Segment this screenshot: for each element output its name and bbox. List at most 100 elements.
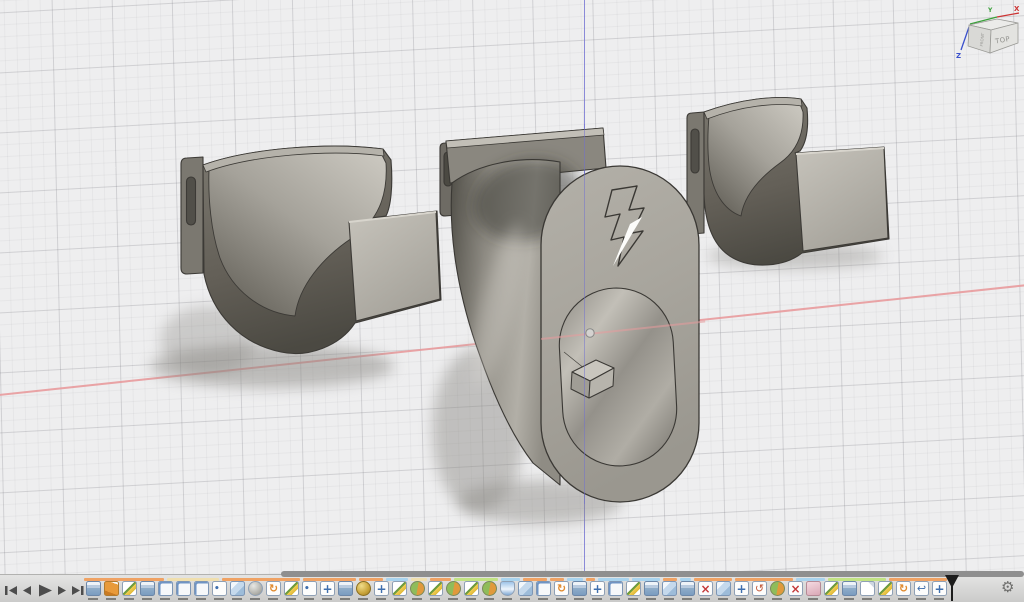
timeline-ruler-tick: [592, 598, 602, 600]
timeline-ruler-tick: [232, 598, 242, 600]
timeline-ruler-tick: [682, 598, 692, 600]
timeline-settings-gear-icon[interactable]: ⚙: [1001, 578, 1014, 596]
timeline-feature-fillet-7-icon[interactable]: [194, 581, 209, 596]
timeline-ruler-tick: [556, 598, 566, 600]
timeline-ruler-tick: [880, 598, 890, 600]
timeline-feature-extrude-1-icon[interactable]: [86, 581, 101, 596]
timeline-ruler-tick: [412, 598, 422, 600]
x-axis-label: X: [1014, 5, 1020, 13]
timeline-ruler-tick: [430, 598, 440, 600]
timeline-feature-extrude-32-icon[interactable]: [644, 581, 659, 596]
timeline-feature-revolve-19-icon[interactable]: [410, 581, 425, 596]
timeline-feature-doc-44-icon[interactable]: [860, 581, 875, 596]
timeline-ruler-tick: [610, 598, 620, 600]
timeline-ruler-tick: [304, 598, 314, 600]
timeline-feature-sketch-22-icon[interactable]: [464, 581, 479, 596]
timeline-feature-sketch-45-icon[interactable]: [878, 581, 893, 596]
timeline-ruler-tick: [322, 598, 332, 600]
timeline-ruler-tick: [772, 598, 782, 600]
origin-point[interactable]: [586, 329, 594, 337]
timeline-feature-box-25-icon[interactable]: [518, 581, 533, 596]
timeline-ruler-tick: [808, 598, 818, 600]
timeline-feature-flip-11-icon[interactable]: ↻: [266, 581, 281, 596]
timeline-feature-revolve-21-icon[interactable]: [446, 581, 461, 596]
timeline-ruler-tick: [718, 598, 728, 600]
go-to-end-button[interactable]: [72, 586, 84, 595]
timeline-playback-controls: [3, 582, 87, 600]
timeline-feature-box-9-icon[interactable]: [230, 581, 245, 596]
x-axis-indicator: [997, 13, 1019, 17]
viewcube[interactable]: X Y Z TOP FRONT: [946, 2, 1024, 68]
timeline-feature-offset-38-icon[interactable]: ↺: [752, 581, 767, 596]
timeline-feature-gold-16-icon[interactable]: [356, 581, 371, 596]
timeline-feature-flip-46-icon[interactable]: ↻: [896, 581, 911, 596]
z-axis-indicator: [961, 27, 969, 50]
timeline-feature-move-17-icon[interactable]: +: [374, 581, 389, 596]
timeline-feature-box-33-icon[interactable]: [662, 581, 677, 596]
timeline-ruler-tick: [790, 598, 800, 600]
step-forward-button[interactable]: [58, 586, 66, 595]
timeline-feature-pink-41-icon[interactable]: [806, 581, 821, 596]
step-back-button[interactable]: [23, 586, 31, 595]
play-button[interactable]: [39, 585, 52, 597]
timeline-feature-box-36-icon[interactable]: [716, 581, 731, 596]
timeline-feature-bucket-2-icon[interactable]: [104, 581, 119, 596]
timeline-ruler-tick: [196, 598, 206, 600]
timeline-feature-fillet-30-icon[interactable]: [608, 581, 623, 596]
timeline-feature-back-47-icon[interactable]: ↩: [914, 581, 929, 596]
timeline-ruler-tick: [358, 598, 368, 600]
timeline-ruler-tick: [106, 598, 116, 600]
timeline-ruler-tick: [448, 598, 458, 600]
go-to-start-button[interactable]: [5, 586, 17, 595]
timeline-feature-hole-8-icon[interactable]: •: [212, 581, 227, 596]
timeline-feature-shield-24-icon[interactable]: [500, 581, 515, 596]
timeline-feature-extrude-28-icon[interactable]: [572, 581, 587, 596]
timeline-ruler-tick: [628, 598, 638, 600]
timeline-feature-extrude-43-icon[interactable]: [842, 581, 857, 596]
timeline-ruler-tick: [466, 598, 476, 600]
z-axis-label: Z: [956, 52, 961, 60]
timeline-feature-move-14-icon[interactable]: +: [320, 581, 335, 596]
timeline-feature-delete-40-icon[interactable]: ×: [788, 581, 803, 596]
timeline-ruler-tick: [826, 598, 836, 600]
timeline-group-bar-2[interactable]: [167, 578, 219, 581]
timeline-feature-flip-27-icon[interactable]: ↻: [554, 581, 569, 596]
timeline-feature-sketch-42-icon[interactable]: [824, 581, 839, 596]
timeline-feature-extrude-4-icon[interactable]: [140, 581, 155, 596]
timeline-feature-fillet-6-icon[interactable]: [176, 581, 191, 596]
timeline-feature-revolve-39-icon[interactable]: [770, 581, 785, 596]
timeline-ruler-tick: [574, 598, 584, 600]
timeline-feature-hole-13-icon[interactable]: •: [302, 581, 317, 596]
timeline-feature-move-37-icon[interactable]: +: [734, 581, 749, 596]
timeline-playhead-stem[interactable]: [951, 575, 953, 601]
timeline-ruler-tick: [286, 598, 296, 600]
timeline-feature-sketch-31-icon[interactable]: [626, 581, 641, 596]
timeline-feature-fillet-5-icon[interactable]: [158, 581, 173, 596]
viewport-canvas[interactable]: X Y Z TOP FRONT •↻•++↻+×+↺×↻↩+ ⚙: [0, 0, 1024, 602]
timeline-feature-sketch-18-icon[interactable]: [392, 581, 407, 596]
timeline-ruler-tick: [520, 598, 530, 600]
timeline-ruler-tick: [142, 598, 152, 600]
timeline-ruler-tick: [124, 598, 134, 600]
timeline-feature-gray-10-icon[interactable]: [248, 581, 263, 596]
timeline-ruler-tick: [844, 598, 854, 600]
timeline-feature-fillet-26-icon[interactable]: [536, 581, 551, 596]
timeline-scrollbar[interactable]: [281, 571, 1024, 577]
timeline-ruler-tick: [214, 598, 224, 600]
timeline-ruler-tick: [934, 598, 944, 600]
timeline-ruler-tick: [664, 598, 674, 600]
timeline-ruler-tick: [502, 598, 512, 600]
timeline-feature-sketch-20-icon[interactable]: [428, 581, 443, 596]
timeline-ruler-tick: [754, 598, 764, 600]
timeline-feature-sketch-3-icon[interactable]: [122, 581, 137, 596]
timeline-panel: •↻•++↻+×+↺×↻↩+ ⚙: [0, 574, 1024, 602]
timeline-ruler-tick: [538, 598, 548, 600]
timeline-feature-extrude-34-icon[interactable]: [680, 581, 695, 596]
timeline-feature-extrude-15-icon[interactable]: [338, 581, 353, 596]
timeline-feature-revolve-23-icon[interactable]: [482, 581, 497, 596]
timeline-feature-move-29-icon[interactable]: +: [590, 581, 605, 596]
timeline-feature-sketch-12-icon[interactable]: [284, 581, 299, 596]
timeline-ruler-tick: [340, 598, 350, 600]
timeline-feature-delete-35-icon[interactable]: ×: [698, 581, 713, 596]
timeline-ruler-tick: [898, 598, 908, 600]
